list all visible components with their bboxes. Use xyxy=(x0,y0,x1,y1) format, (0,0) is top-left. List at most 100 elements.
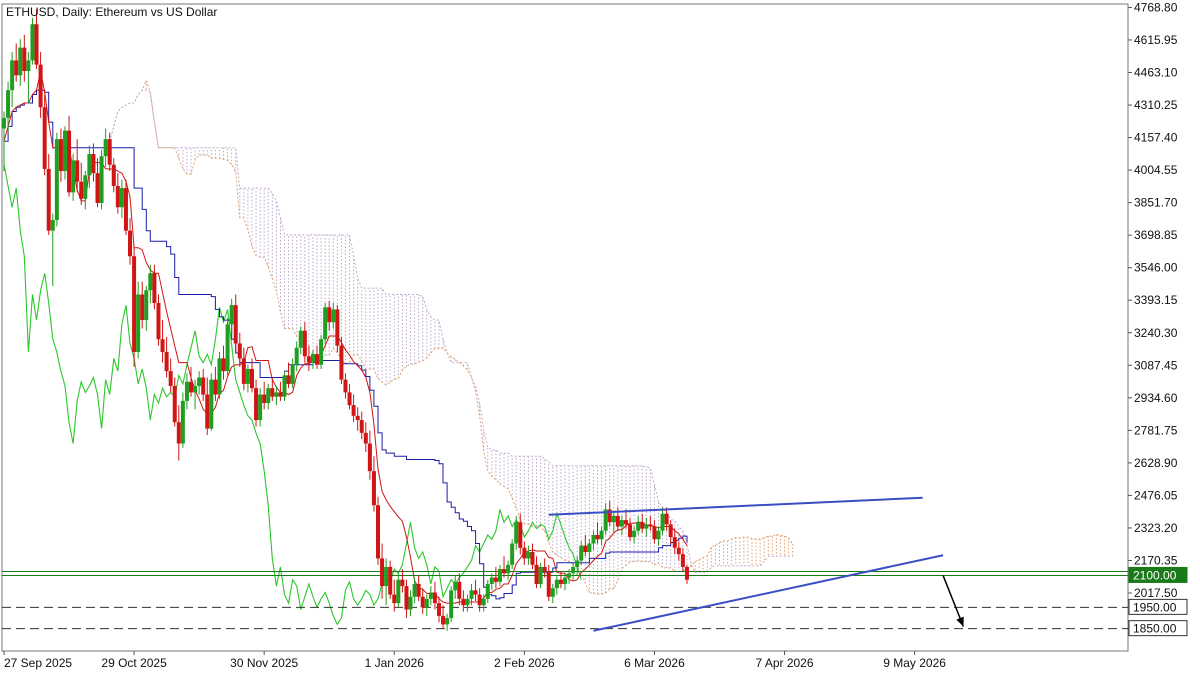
chikou-span-line xyxy=(3,164,582,626)
candle xyxy=(62,126,67,180)
candle-body xyxy=(335,309,340,346)
candle xyxy=(298,326,303,355)
candle-body xyxy=(306,356,311,363)
candle xyxy=(457,573,462,606)
candle xyxy=(424,594,429,616)
candle xyxy=(660,507,665,536)
candle xyxy=(371,456,376,512)
y-tick-label: 2017.50 xyxy=(1134,586,1178,600)
x-tick-label: 9 May 2026 xyxy=(883,656,946,670)
candle xyxy=(591,530,596,550)
candle-body xyxy=(636,522,641,531)
candle-body xyxy=(408,596,413,610)
candle xyxy=(286,362,291,389)
candle-body xyxy=(152,273,157,304)
candle xyxy=(611,511,616,533)
candle xyxy=(30,17,35,65)
candle-body xyxy=(75,160,80,182)
candle-body xyxy=(355,415,360,421)
candle xyxy=(95,158,100,208)
candle-body xyxy=(14,60,19,76)
candle-body xyxy=(339,345,344,380)
candle xyxy=(355,407,360,431)
candle xyxy=(684,564,689,584)
candle xyxy=(225,317,230,376)
x-tick-label: 29 Oct 2025 xyxy=(101,656,167,670)
candle xyxy=(245,364,250,393)
candle xyxy=(270,377,275,401)
candle xyxy=(640,513,645,533)
y-tick-label: 2628.90 xyxy=(1134,456,1178,470)
x-tick-label: 2 Feb 2026 xyxy=(494,656,555,670)
candle-body xyxy=(652,526,657,540)
candle-body xyxy=(323,307,328,340)
candle xyxy=(54,132,59,227)
candle-body xyxy=(660,513,665,531)
candle xyxy=(79,162,84,206)
candle-body xyxy=(502,569,507,574)
candle-body xyxy=(664,513,669,525)
candle-body xyxy=(380,558,385,587)
candle-body xyxy=(611,515,616,523)
y-tick-label: 2323.20 xyxy=(1134,521,1178,535)
candle-body xyxy=(144,290,149,321)
candle-body xyxy=(189,381,193,393)
level-label: 2100.00 xyxy=(1133,568,1177,582)
candle xyxy=(132,245,137,367)
candle-body xyxy=(359,420,364,433)
candle xyxy=(542,558,547,578)
candle-body xyxy=(111,164,116,186)
candle xyxy=(656,526,661,546)
candle-body xyxy=(180,400,185,444)
candle xyxy=(347,383,352,410)
candle xyxy=(310,349,315,370)
x-tick-label: 7 Apr 2026 xyxy=(755,656,813,670)
candle-body xyxy=(343,379,348,393)
candle xyxy=(420,588,425,614)
candle xyxy=(180,392,185,448)
candle xyxy=(502,556,507,578)
candle-body xyxy=(213,379,218,395)
candle-body xyxy=(587,543,592,553)
candle-body xyxy=(558,579,563,584)
candle xyxy=(607,500,612,527)
candle-body xyxy=(209,379,214,429)
x-tick-label: 30 Nov 2025 xyxy=(230,656,298,670)
candle-body xyxy=(416,583,421,597)
candle-body xyxy=(225,324,230,372)
y-tick-label: 4004.55 xyxy=(1134,163,1178,177)
ethusd-chart: 4768.80 4615.95 4463.10 4310.25 4157.40 4004.… xyxy=(1,0,1188,670)
candle xyxy=(603,503,608,536)
candle xyxy=(302,322,307,363)
candle-body xyxy=(668,524,673,538)
candle-body xyxy=(436,603,441,616)
candle xyxy=(583,535,588,557)
candle xyxy=(652,520,657,544)
candle xyxy=(148,264,153,304)
candle-body xyxy=(2,117,6,129)
candle-body xyxy=(567,573,572,578)
candle-body xyxy=(628,524,633,538)
candle xyxy=(152,264,157,310)
candle-body xyxy=(132,256,137,352)
candle xyxy=(50,213,55,286)
candle xyxy=(71,154,76,201)
candle-body xyxy=(266,388,271,404)
candle-body xyxy=(526,552,531,559)
candle-body xyxy=(680,554,685,567)
candle-body xyxy=(538,566,543,584)
candle xyxy=(396,573,401,608)
candle-body xyxy=(550,588,555,597)
candle xyxy=(571,562,576,580)
candle-body xyxy=(241,358,246,384)
candle xyxy=(595,522,600,544)
candle-body xyxy=(347,392,352,406)
candle-body xyxy=(676,547,681,555)
candle-body xyxy=(571,566,576,574)
candle xyxy=(156,294,161,346)
candle xyxy=(546,564,551,601)
candle xyxy=(140,281,145,329)
candle xyxy=(221,345,226,380)
candle-body xyxy=(542,566,547,572)
candle-body xyxy=(522,547,527,559)
